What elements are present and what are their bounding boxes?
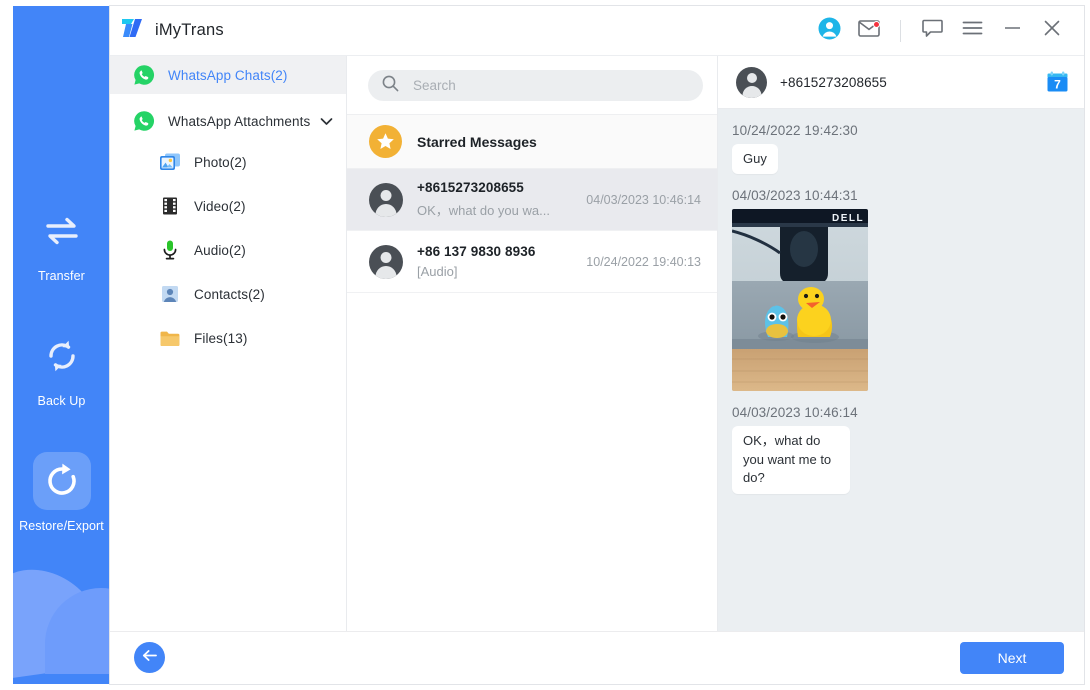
chat-list-item[interactable]: +86 137 9830 8936 [Audio] 10/24/2022 19:… <box>347 231 717 293</box>
star-icon <box>369 125 402 158</box>
chat-item-time: 04/03/2023 10:46:14 <box>586 192 701 207</box>
svg-text:DELL: DELL <box>832 213 864 224</box>
nav-item-audio[interactable]: Audio(2) <box>110 228 346 272</box>
nav-item-label: Files(13) <box>194 330 248 346</box>
nav-item-whatsapp-attachments[interactable]: WhatsApp Attachments <box>110 102 346 140</box>
divider <box>900 19 901 42</box>
contacts-person-icon <box>158 282 182 306</box>
speech-bubble-icon <box>921 19 943 43</box>
whatsapp-icon <box>132 109 156 133</box>
calendar-icon[interactable]: 7 <box>1045 70 1070 95</box>
message-bubble: Guy <box>732 144 778 175</box>
nav-item-label: Audio(2) <box>194 242 246 258</box>
avatar <box>736 66 767 98</box>
menu-button[interactable] <box>954 14 990 48</box>
starred-messages-label: Starred Messages <box>417 133 537 150</box>
avatar <box>369 182 403 217</box>
titlebar-actions <box>811 14 1084 48</box>
chat-item-name: +86 137 9830 8936 <box>417 244 536 259</box>
message-bubble: OK，what do you want me to do? <box>732 426 850 494</box>
rail-item-label: Back Up <box>37 394 86 408</box>
rail-item-label: Transfer <box>38 269 85 283</box>
attachment-subitems: Photo(2) Video(2) Audio(2) Contacts(2) F… <box>110 140 346 360</box>
nav-item-photo[interactable]: Photo(2) <box>110 140 346 184</box>
nav-item-label: Video(2) <box>194 198 246 214</box>
chat-item-name: +8615273208655 <box>417 180 524 195</box>
message-scroll-area[interactable]: 10/24/2022 19:42:30 Guy 04/03/2023 10:44… <box>718 109 1084 631</box>
conversation-panel: +8615273208655 7 10/24/2022 19:42:30 Guy… <box>718 56 1084 631</box>
conversation-header: +8615273208655 7 <box>718 56 1084 109</box>
chevron-down-icon[interactable] <box>320 117 333 126</box>
messages-button[interactable] <box>851 14 887 48</box>
message-timestamp: 04/03/2023 10:46:14 <box>732 405 858 421</box>
chat-rows: Starred Messages +8615273208655 OK，what … <box>347 114 717 631</box>
message-timestamp: 10/24/2022 19:42:30 <box>732 123 858 138</box>
restore-export-icon <box>32 452 91 510</box>
nav-item-label: Photo(2) <box>194 154 247 170</box>
rail-item-restore-export[interactable]: Restore/Export <box>13 452 110 533</box>
back-arrow-icon <box>141 648 158 668</box>
account-button[interactable] <box>811 14 847 48</box>
starred-messages-row[interactable]: Starred Messages <box>347 114 717 169</box>
photo-icon <box>158 150 182 174</box>
next-button[interactable]: Next <box>960 641 1064 674</box>
nav-item-files[interactable]: Files(13) <box>110 316 346 360</box>
feedback-button[interactable] <box>914 14 950 48</box>
app-window: Transfer Back Up Restore/Export iMyTrans… <box>0 0 1090 690</box>
chat-list-panel: Starred Messages +8615273208655 OK，what … <box>347 56 718 631</box>
category-nav-panel: WhatsApp Chats(2) WhatsApp Attachments P… <box>110 56 347 631</box>
chat-item-time: 10/24/2022 19:40:13 <box>586 254 701 269</box>
back-button[interactable] <box>134 642 165 673</box>
chat-item-main: +8615273208655 OK，what do you wa... <box>417 180 576 219</box>
hamburger-menu-icon <box>962 20 983 41</box>
video-film-icon <box>158 194 182 218</box>
backup-refresh-icon <box>33 327 91 385</box>
rail-item-label: Restore/Export <box>19 519 104 533</box>
minimize-button[interactable] <box>994 14 1030 48</box>
nav-item-label: Contacts(2) <box>194 286 265 302</box>
avatar <box>369 244 403 279</box>
message-image-attachment[interactable]: DELL <box>732 209 868 392</box>
rail-item-transfer[interactable]: Transfer <box>13 202 110 283</box>
microphone-icon <box>158 238 182 262</box>
footer-bar: Next <box>110 631 1084 683</box>
nav-item-video[interactable]: Video(2) <box>110 184 346 228</box>
chat-item-preview: [Audio] <box>417 264 458 279</box>
conversation-title: +8615273208655 <box>780 74 887 90</box>
app-title: iMyTrans <box>155 21 224 39</box>
close-icon <box>1043 19 1061 42</box>
message-row: OK，what do you want me to do? <box>732 426 1084 494</box>
transfer-arrows-icon <box>33 202 91 260</box>
brand: iMyTrans <box>120 17 224 44</box>
chat-list-item[interactable]: +8615273208655 OK，what do you wa... 04/0… <box>347 169 717 231</box>
window-body: WhatsApp Chats(2) WhatsApp Attachments P… <box>110 56 1084 631</box>
chat-item-main: +86 137 9830 8936 [Audio] <box>417 244 576 279</box>
nav-item-label: WhatsApp Chats(2) <box>168 67 288 83</box>
rail-item-backup[interactable]: Back Up <box>13 327 110 408</box>
whatsapp-icon <box>132 63 156 87</box>
search-box[interactable] <box>368 70 703 101</box>
imytrans-logo-icon <box>120 17 144 44</box>
unread-badge <box>873 20 880 28</box>
search-input[interactable] <box>413 78 689 93</box>
message-row: Guy <box>732 144 1084 175</box>
title-bar: iMyTrans <box>110 6 1084 56</box>
message-row: DELL <box>732 209 1084 392</box>
account-avatar-icon <box>818 17 841 45</box>
folder-icon <box>158 326 182 350</box>
nav-item-whatsapp-chats[interactable]: WhatsApp Chats(2) <box>110 56 346 94</box>
message-timestamp: 04/03/2023 10:44:31 <box>732 188 858 204</box>
nav-item-contacts[interactable]: Contacts(2) <box>110 272 346 316</box>
nav-item-label: WhatsApp Attachments <box>168 113 311 129</box>
chat-item-preview: OK，what do you wa... <box>417 203 550 218</box>
minimize-icon <box>1003 21 1022 40</box>
calendar-day-number: 7 <box>1054 77 1061 91</box>
main-window: iMyTrans WhatsApp Chats(2) WhatsApp Atta… <box>110 6 1084 684</box>
left-nav-rail: Transfer Back Up Restore/Export <box>13 6 110 684</box>
search-icon <box>382 75 399 97</box>
search-bar <box>347 56 717 114</box>
close-button[interactable] <box>1034 14 1070 48</box>
